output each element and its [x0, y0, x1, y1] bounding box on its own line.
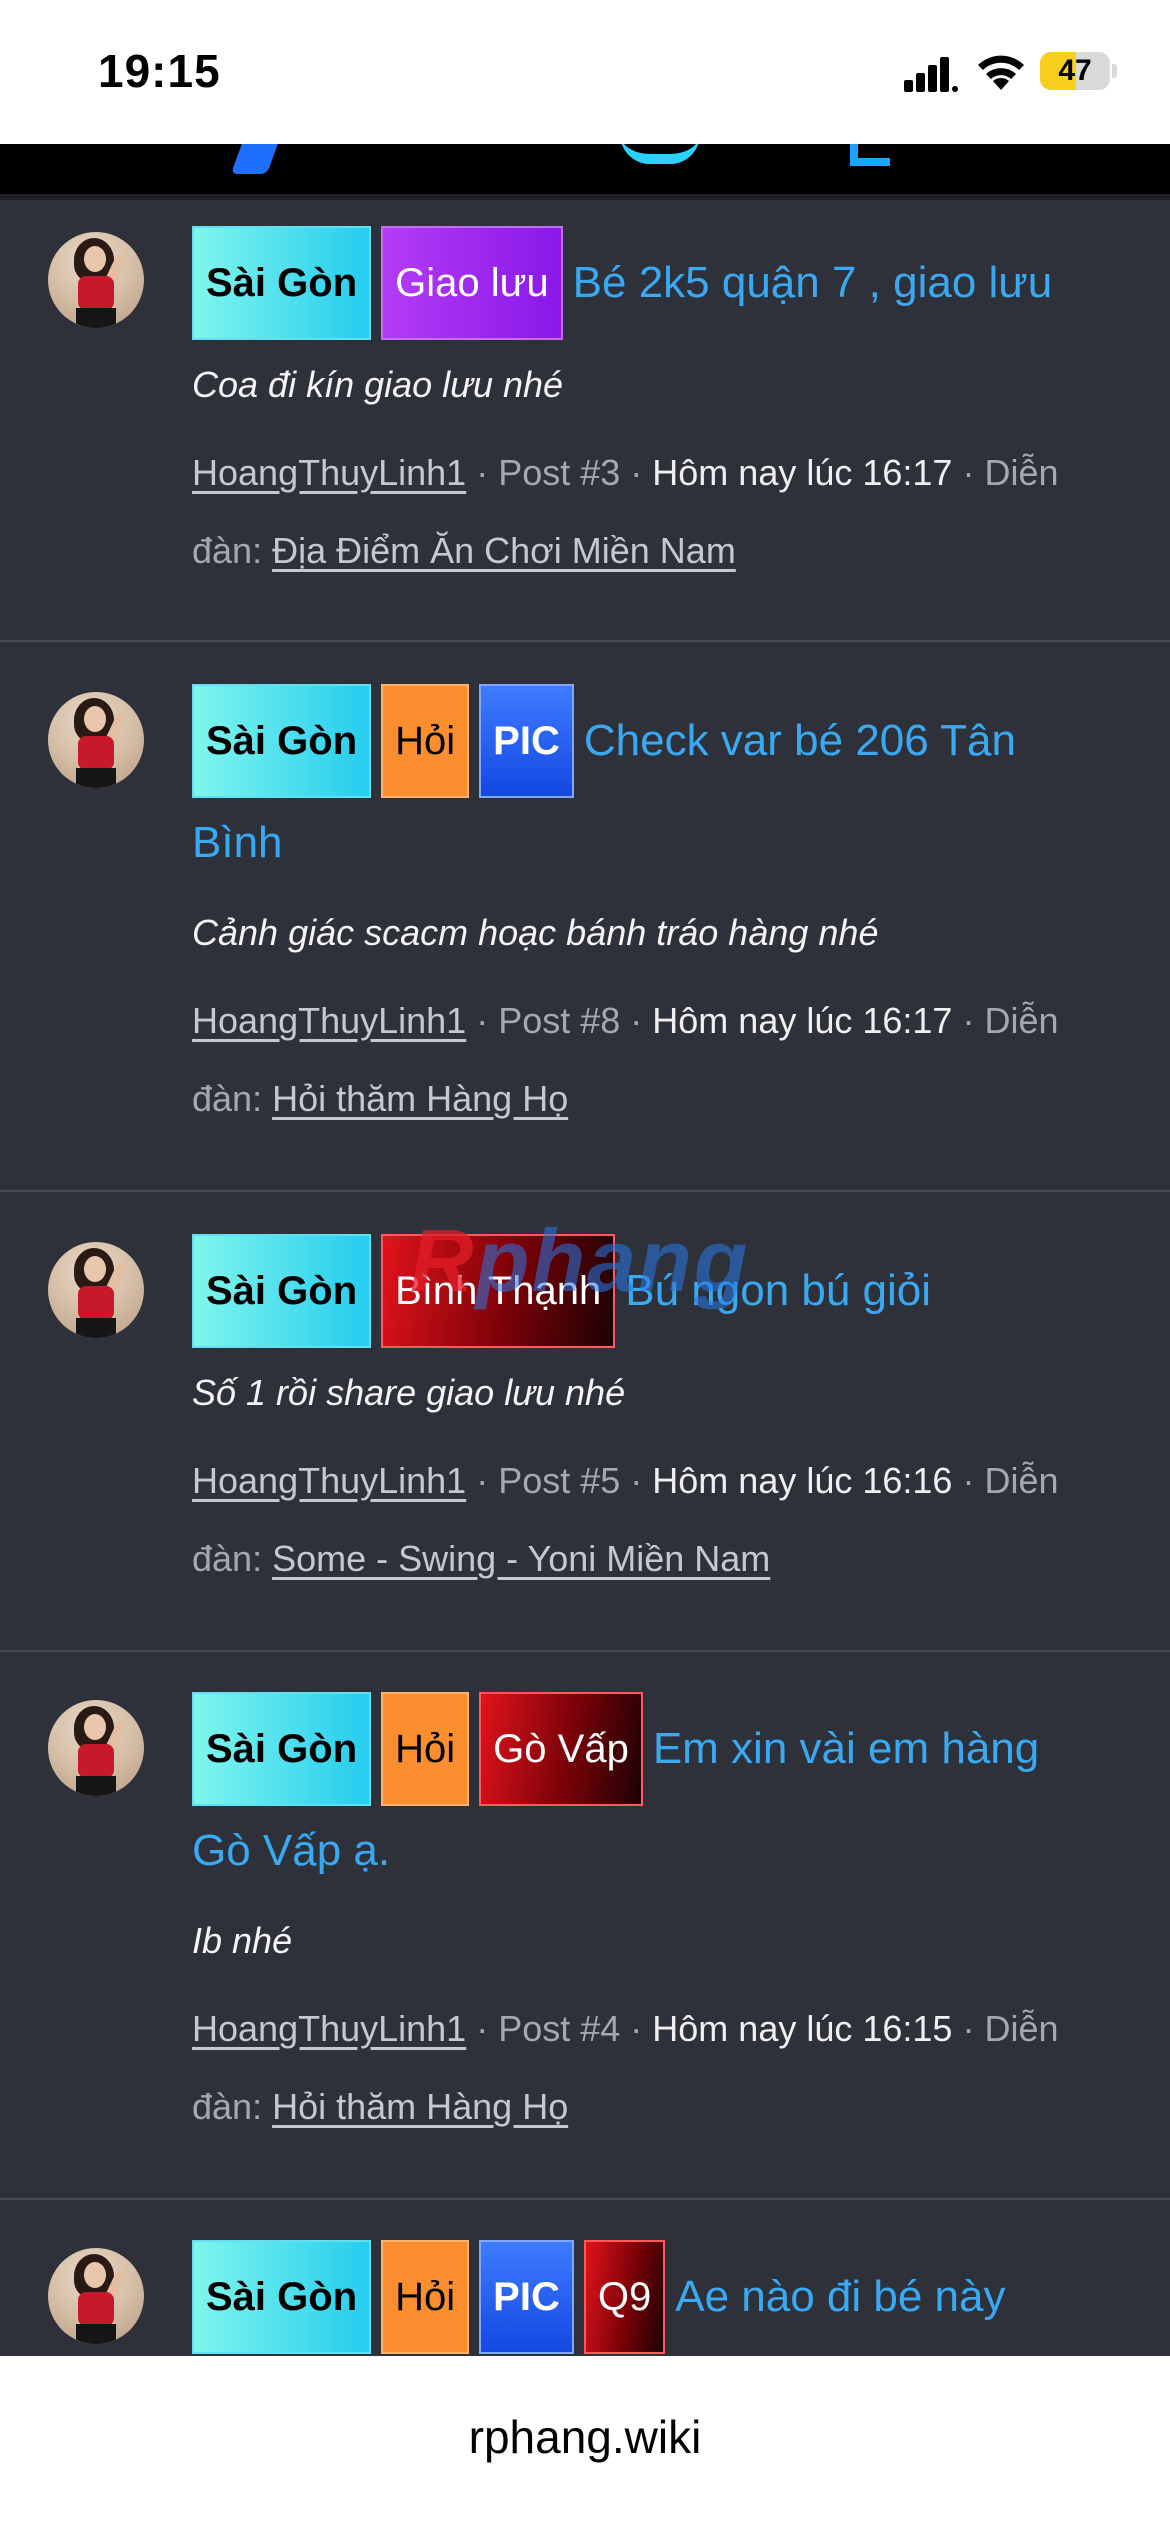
forum-link[interactable]: Hỏi thăm Hàng Họ [272, 2086, 568, 2127]
thread-title[interactable]: Check var bé 206 Tân [584, 716, 1016, 765]
tag-pic[interactable]: PIC [479, 684, 574, 798]
forum-prefix: · Diễn [952, 1000, 1059, 1041]
tag-sai-gon[interactable]: Sài Gòn [192, 226, 372, 340]
forum-prefix: · Diễn [952, 2008, 1059, 2049]
forum-link[interactable]: Some - Swing - Yoni Miền Nam [272, 1538, 770, 1579]
author-link[interactable]: HoangThuyLinh1 [192, 2008, 466, 2049]
site-watermark-logo: Rphang [410, 1211, 750, 1310]
thread-item[interactable]: Sài Gòn Hỏi Gò Vấp Em xin vài em hàng Gò Vấ… [0, 1652, 1170, 2200]
author-link[interactable]: HoangThuyLinh1 [192, 1000, 466, 1041]
post-date: Hôm nay lúc 16:17 [652, 1000, 953, 1041]
browser-url-bar[interactable]: rphang.wiki [0, 2356, 1170, 2532]
tag-pic[interactable]: PIC [479, 2240, 574, 2354]
forum-label: đàn: [192, 1078, 273, 1119]
avatar[interactable] [48, 2248, 144, 2344]
cellular-signal-icon [904, 57, 958, 92]
forum-prefix: · Diễn [952, 452, 1059, 493]
post-date: Hôm nay lúc 16:15 [652, 2008, 953, 2049]
tag-sai-gon[interactable]: Sài Gòn [192, 1692, 372, 1806]
thread-title[interactable]: Em xin vài em hàng [653, 1724, 1039, 1773]
avatar[interactable] [48, 692, 144, 788]
forum-link[interactable]: Hỏi thăm Hàng Họ [272, 1078, 568, 1119]
forum-label: đàn: [192, 1538, 273, 1579]
thread-title[interactable]: Bé 2k5 quận 7 , giao lưu [573, 258, 1053, 307]
thread-forum-line: đàn: Địa Điểm Ăn Chơi Miền Nam [192, 530, 736, 572]
tag-q9[interactable]: Q9 [583, 2240, 666, 2354]
author-link[interactable]: HoangThuyLinh1 [192, 452, 466, 493]
thread-item[interactable]: Sài Gòn Hỏi PIC Check var bé 206 Tân Bình C… [0, 642, 1170, 1192]
battery-level: 47 [1058, 54, 1092, 87]
post-number: · Post #4 · [466, 2008, 653, 2049]
thread-forum-line: đàn: Some - Swing - Yoni Miền Nam [192, 1538, 770, 1580]
thread-snippet: Coa đi kín giao lưu nhé [192, 364, 564, 405]
thread-meta: HoangThuyLinh1 · Post #5 · Hôm nay lúc 1… [192, 1460, 1058, 1502]
battery-icon: 47 [1040, 50, 1117, 92]
tag-sai-gon[interactable]: Sài Gòn [192, 684, 372, 798]
post-number: · Post #3 · [466, 452, 653, 493]
tag-hoi[interactable]: Hỏi [381, 1692, 470, 1806]
thread-snippet: Cảnh giác scacm hoạc bánh tráo hàng nhé [192, 912, 879, 953]
thread-meta: HoangThuyLinh1 · Post #8 · Hôm nay lúc 1… [192, 1000, 1058, 1042]
thread-snippet: Ib nhé [192, 1920, 293, 1961]
thread-snippet: Số 1 rồi share giao lưu nhé [192, 1372, 626, 1413]
post-date: Hôm nay lúc 16:17 [652, 452, 953, 493]
thread-title[interactable]: Ae nào đi bé này [675, 2272, 1005, 2321]
avatar[interactable] [48, 232, 144, 328]
status-bar: 19:15 47 [0, 0, 1170, 144]
avatar[interactable] [48, 1700, 144, 1796]
thread-forum-line: đàn: Hỏi thăm Hàng Họ [192, 2086, 568, 2128]
tag-sai-gon[interactable]: Sài Gòn [192, 2240, 372, 2354]
author-link[interactable]: HoangThuyLinh1 [192, 1460, 466, 1501]
forum-label: đàn: [192, 2086, 273, 2127]
thread-title-continued[interactable]: Bình [192, 818, 283, 868]
forum-link[interactable]: Địa Điểm Ăn Chơi Miền Nam [272, 530, 736, 571]
avatar[interactable] [48, 1242, 144, 1338]
thread-meta: HoangThuyLinh1 · Post #3 · Hôm nay lúc 1… [192, 452, 1058, 494]
tag-go-vap[interactable]: Gò Vấp [479, 1692, 643, 1806]
url-text[interactable]: rphang.wiki [0, 2410, 1170, 2464]
status-time: 19:15 [98, 45, 221, 97]
thread-title-continued[interactable]: Gò Vấp ạ. [192, 1826, 390, 1876]
tag-hoi[interactable]: Hỏi [381, 684, 470, 798]
forum-prefix: · Diễn [952, 1460, 1059, 1501]
tag-sai-gon[interactable]: Sài Gòn [192, 1234, 372, 1348]
post-date: Hôm nay lúc 16:16 [652, 1460, 953, 1501]
thread-item[interactable]: Sài Gòn Hỏi PIC Q9 Ae nào đi bé này [0, 2200, 1170, 2360]
tag-hoi[interactable]: Hỏi [381, 2240, 470, 2354]
wifi-icon [978, 55, 1024, 90]
post-number: · Post #8 · [466, 1000, 653, 1041]
thread-meta: HoangThuyLinh1 · Post #4 · Hôm nay lúc 1… [192, 2008, 1058, 2050]
thread-forum-line: đàn: Hỏi thăm Hàng Họ [192, 1078, 568, 1120]
site-header-logo-strip[interactable] [0, 144, 1170, 194]
thread-item[interactable]: Sài Gòn Giao lưu Bé 2k5 quận 7 , giao lưu … [0, 200, 1170, 642]
tag-giao-luu[interactable]: Giao lưu [381, 226, 563, 340]
forum-label: đàn: [192, 530, 273, 571]
post-number: · Post #5 · [466, 1460, 653, 1501]
